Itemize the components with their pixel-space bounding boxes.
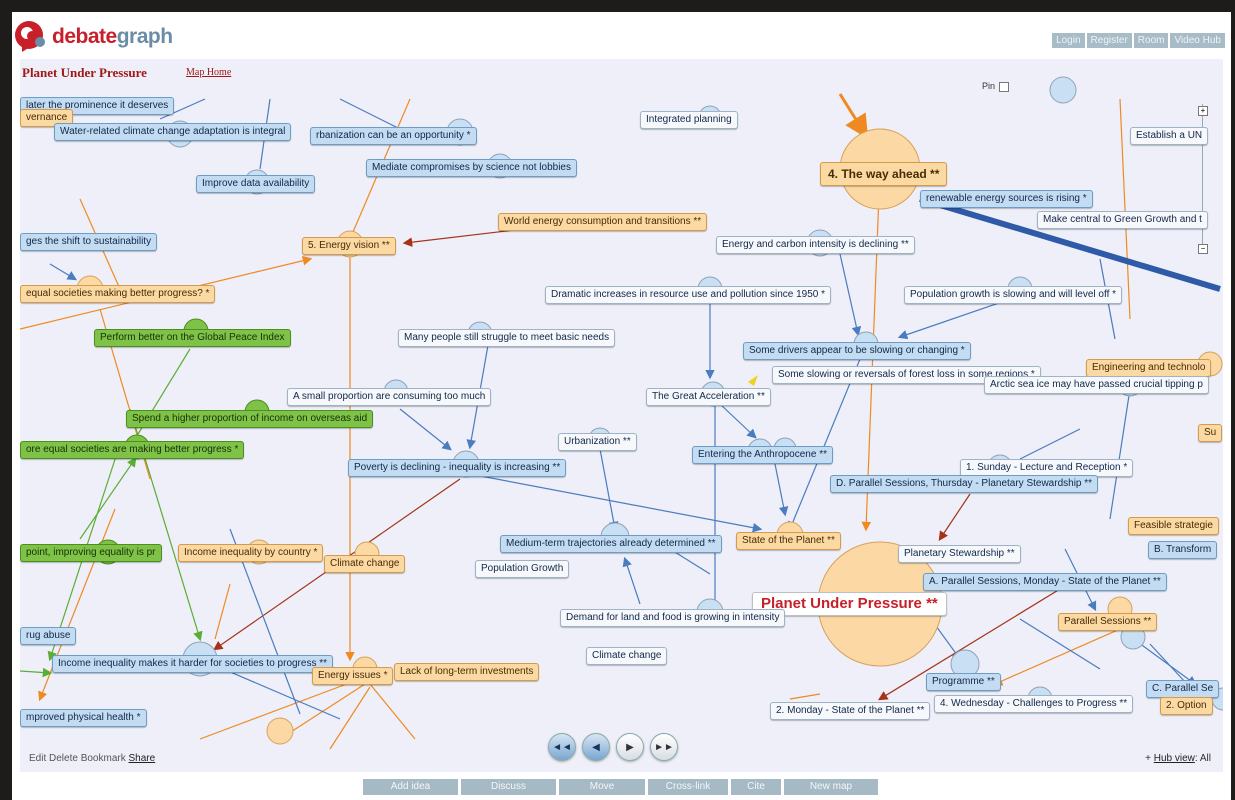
map-node[interactable]: Feasible strategie [1128, 517, 1219, 535]
map-node[interactable]: Energy and carbon intensity is declining… [716, 236, 915, 254]
play-forward-icon[interactable]: ▶ [616, 733, 644, 761]
map-node[interactable]: ges the shift to sustainability [20, 233, 158, 251]
discuss-button[interactable]: Discuss [461, 779, 556, 795]
map-node[interactable]: equal societies making better progress? … [20, 285, 216, 303]
map-node[interactable]: Mediate compromises by science not lobbi… [366, 159, 577, 177]
map-node[interactable]: Planetary Stewardship ** [898, 545, 1021, 563]
head-logo-icon [14, 20, 48, 54]
map-node[interactable]: Entering the Anthropocene ** [692, 446, 833, 464]
map-node[interactable]: point, improving equality is pr [20, 544, 162, 562]
cross-link-button[interactable]: Cross-link [648, 779, 728, 795]
map-node[interactable]: Medium-term trajectories already determi… [500, 535, 722, 553]
map-node[interactable]: Water-related climate change adaptation … [54, 123, 292, 141]
map-node[interactable]: rbanization can be an opportunity * [310, 127, 477, 145]
logo-wordmark: debategraph [52, 25, 173, 49]
video-hub-link[interactable]: Video Hub [1170, 33, 1225, 48]
hub-view-link[interactable]: Hub view [1154, 753, 1195, 764]
map-node[interactable]: Establish a UN [1130, 127, 1209, 145]
map-node[interactable]: 5. Energy vision ** [302, 237, 396, 255]
map-node[interactable]: rug abuse [20, 627, 77, 645]
map-node[interactable]: Urbanization ** [558, 433, 637, 451]
map-node[interactable]: The Great Acceleration ** [646, 388, 771, 406]
add-idea-button[interactable]: Add idea [363, 779, 458, 795]
map-node[interactable]: A small proportion are consuming too muc… [287, 388, 492, 406]
debate-map[interactable]: Planet Under Pressure Map Home Pin + − l… [20, 59, 1223, 772]
map-node[interactable]: renewable energy sources is rising * [920, 190, 1093, 208]
zoom-in-icon[interactable]: + [1198, 106, 1208, 116]
map-node[interactable]: D. Parallel Sessions, Thursday - Planeta… [830, 475, 1099, 493]
map-node[interactable]: Lack of long-term investments [394, 663, 540, 681]
pin-checkbox[interactable] [999, 81, 1010, 92]
top-links: Login Register Room Video Hub [1052, 33, 1225, 48]
map-node[interactable]: State of the Planet ** [736, 532, 841, 550]
map-node[interactable]: 2. Monday - State of the Planet ** [770, 702, 931, 720]
map-node[interactable]: 4. The way ahead ** [820, 162, 948, 186]
map-node[interactable]: Programme ** [926, 673, 1001, 691]
logo-part-debate: debate [52, 25, 117, 48]
map-navigation: ◄◄ ◀ ▶ ►► [548, 733, 678, 761]
map-node[interactable]: Population Growth [475, 560, 570, 578]
map-node[interactable]: ore equal societies are making better pr… [20, 441, 245, 459]
map-node[interactable]: Demand for land and food is growing in i… [560, 609, 786, 627]
map-node[interactable]: C. Parallel Se [1146, 680, 1220, 698]
edit-delete-bookmark-links[interactable]: Edit Delete Bookmark [29, 753, 126, 764]
zoom-out-icon[interactable]: − [1198, 244, 1208, 254]
map-node[interactable]: Poverty is declining - inequality is inc… [348, 459, 567, 477]
map-node[interactable]: Parallel Sessions ** [1058, 613, 1158, 631]
node-actions: Edit Delete Bookmark Share [29, 753, 155, 764]
hub-view-value: : All [1194, 753, 1211, 764]
play-back-icon[interactable]: ◀ [582, 733, 610, 761]
map-node[interactable]: Su [1198, 424, 1223, 442]
register-link[interactable]: Register [1086, 33, 1132, 48]
map-node[interactable]: Climate change [324, 555, 406, 573]
login-link[interactable]: Login [1052, 33, 1085, 48]
map-node[interactable]: mproved physical health * [20, 709, 147, 727]
map-node[interactable]: Arctic sea ice may have passed crucial t… [984, 376, 1209, 394]
plus-icon: + [1145, 753, 1151, 764]
map-node[interactable]: Income inequality by country * [178, 544, 324, 562]
map-node[interactable]: Dramatic increases in resource use and p… [545, 286, 832, 304]
debategraph-logo[interactable]: debategraph [14, 20, 173, 54]
map-node[interactable]: Improve data availability [196, 175, 316, 193]
map-node[interactable]: Engineering and technolo [1086, 359, 1212, 377]
map-node[interactable]: B. Transform [1148, 541, 1218, 559]
map-node[interactable]: Make central to Green Growth and t [1037, 211, 1208, 229]
map-node[interactable]: Energy issues * [312, 667, 394, 685]
cite-button[interactable]: Cite [731, 779, 781, 795]
pin-toggle[interactable]: Pin [982, 81, 1010, 92]
map-node[interactable]: Climate change [586, 647, 668, 665]
skip-first-icon[interactable]: ◄◄ [548, 733, 576, 761]
map-node[interactable]: Population growth is slowing and will le… [904, 286, 1123, 304]
move-button[interactable]: Move [559, 779, 645, 795]
logo-part-graph: graph [116, 25, 173, 48]
share-link[interactable]: Share [129, 753, 156, 764]
map-node[interactable]: 2. Option [1160, 697, 1213, 715]
map-node[interactable]: Some drivers appear to be slowing or cha… [743, 342, 971, 360]
room-link[interactable]: Room [1133, 33, 1169, 48]
map-node[interactable]: Many people still struggle to meet basic… [398, 329, 616, 347]
map-node[interactable]: Integrated planning [640, 111, 738, 129]
map-node[interactable]: Perform better on the Global Peace Index [94, 329, 291, 347]
map-node[interactable]: World energy consumption and transitions… [498, 213, 708, 231]
pin-label: Pin [982, 81, 996, 91]
map-node[interactable]: Spend a higher proportion of income on o… [126, 410, 374, 428]
map-node[interactable]: A. Parallel Sessions, Monday - State of … [923, 573, 1167, 591]
map-node[interactable]: Income inequality makes it harder for so… [52, 655, 334, 673]
action-bar: Add idea Discuss Move Cross-link Cite Ne… [363, 779, 878, 795]
hub-view: + Hub view: All [1145, 753, 1211, 764]
new-map-button[interactable]: New map [784, 779, 878, 795]
map-node[interactable]: 4. Wednesday - Challenges to Progress ** [934, 695, 1134, 713]
skip-last-icon[interactable]: ►► [650, 733, 678, 761]
